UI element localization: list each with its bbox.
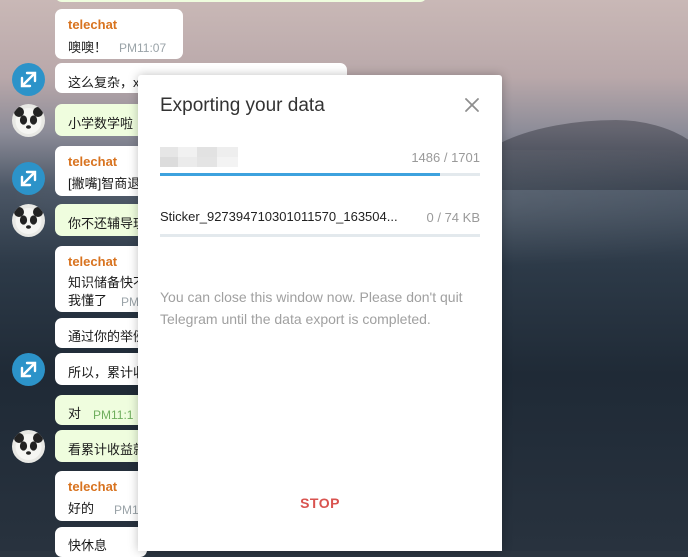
current-file-size: 0 / 74 KB [426, 210, 480, 225]
close-button[interactable] [460, 93, 484, 117]
message-bubble[interactable]: telechat 好的 PM1 [55, 471, 147, 521]
message-time: PM [121, 295, 139, 309]
message-text: 通过你的举例 [68, 329, 147, 344]
overall-progress-bar [160, 173, 480, 176]
message-text: 看累计收益就 [68, 442, 147, 457]
message-sender: telechat [68, 479, 118, 494]
progress-count: 1486 / 1701 [411, 150, 480, 165]
message-text: 噢噢！ [68, 40, 108, 55]
message-bubble[interactable]: 通过你的举例 [55, 318, 147, 348]
message-text: 我懂了 [68, 293, 108, 308]
message-sender: telechat [68, 254, 118, 269]
message-time: PM1 [114, 503, 139, 517]
message-text: 你不还辅导玩 [68, 216, 147, 231]
avatar[interactable] [12, 353, 45, 386]
panda-avatar-icon [14, 107, 43, 134]
avatar[interactable] [12, 204, 45, 237]
message-text: 所以，累计收 [68, 365, 147, 380]
message-text: 这么复杂，x [68, 75, 140, 90]
arrow-expand-icon [20, 170, 37, 187]
overall-progress-fill [160, 173, 440, 176]
export-note: You can close this window now. Please do… [160, 289, 463, 327]
message-text: 知识储备快不 [68, 275, 147, 290]
message-time: PM11:1 [93, 408, 134, 422]
arrow-expand-icon [20, 361, 37, 378]
stop-button[interactable]: STOP [138, 495, 502, 511]
message-text: 对 [68, 406, 82, 421]
export-dialog: Exporting your data 1486 / 1701 Sticker_… [138, 75, 502, 551]
message-bubble-partial[interactable] [55, 0, 427, 2]
message-sender: telechat [68, 154, 118, 169]
current-file-name: Sticker_927394710301011570_163504... [160, 209, 398, 224]
message-bubble[interactable]: telechat 知识储备快不 我懂了 PM [55, 246, 147, 312]
message-bubble[interactable]: 看累计收益就 [55, 430, 147, 462]
avatar[interactable] [12, 162, 45, 195]
message-bubble[interactable]: telechat [撇嘴]智商退 [55, 146, 147, 196]
message-bubble[interactable]: 你不还辅导玩 [55, 204, 147, 236]
avatar[interactable] [12, 63, 45, 96]
message-text: 好的 [68, 501, 95, 516]
message-bubble[interactable]: 小学数学啦 [55, 104, 147, 136]
message-time: PM11:07 [119, 41, 167, 55]
arrow-expand-icon [20, 71, 37, 88]
file-progress-bar [160, 234, 480, 237]
close-icon [465, 98, 479, 112]
panda-avatar-icon [14, 433, 43, 460]
panda-avatar-icon [14, 207, 43, 234]
message-bubble[interactable]: 快休息 [55, 527, 147, 557]
blurred-item-name [160, 147, 238, 167]
pixelated-placeholder [160, 147, 238, 167]
message-bubble[interactable]: telechat 噢噢！ PM11:07 [55, 9, 183, 59]
message-text: 快休息 [68, 538, 108, 553]
message-bubble[interactable]: 所以，累计收 [55, 353, 147, 385]
dialog-title: Exporting your data [160, 95, 325, 116]
message-sender: telechat [68, 17, 118, 32]
message-bubble[interactable]: 对 PM11:1 [55, 395, 147, 425]
message-text: 小学数学啦 [68, 116, 134, 131]
avatar[interactable] [12, 430, 45, 463]
avatar[interactable] [12, 104, 45, 137]
message-text: [撇嘴]智商退 [68, 176, 141, 191]
